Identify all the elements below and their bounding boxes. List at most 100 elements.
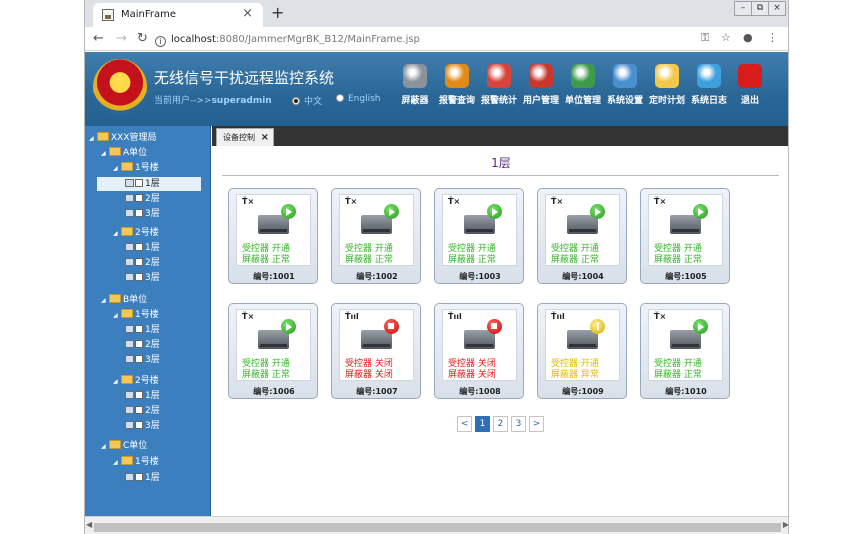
tree-floor[interactable]: 1层 [125, 241, 160, 255]
toolbar-button-alarm-stats[interactable]: 报警统计 [477, 64, 521, 106]
status-icon[interactable] [281, 204, 296, 219]
back-icon[interactable]: ← [93, 31, 104, 46]
floor-checkbox[interactable] [135, 209, 143, 217]
floor-checkbox[interactable] [135, 325, 143, 333]
toolbar-button-unit[interactable]: 单位管理 [561, 64, 605, 106]
device-card[interactable]: Ť× 受控器 开通 屏蔽器 正常 编号:1001 [228, 188, 318, 284]
tree-floor[interactable]: 2层 [125, 192, 160, 206]
device-card[interactable]: Ť× 受控器 开通 屏蔽器 正常 编号:1002 [331, 188, 421, 284]
status-icon[interactable] [384, 204, 399, 219]
next-page-button[interactable]: > [529, 416, 544, 432]
status-icon[interactable] [487, 204, 502, 219]
tree-folder[interactable]: ◢ A单位 [101, 146, 147, 160]
prev-page-button[interactable]: < [457, 416, 472, 432]
tree-floor[interactable]: 1层 [97, 177, 201, 191]
radio-en[interactable] [336, 94, 344, 102]
tree-folder[interactable]: ◢ 2号楼 [113, 374, 159, 388]
floor-checkbox[interactable] [135, 179, 143, 187]
floor-checkbox[interactable] [135, 421, 143, 429]
scroll-left-icon[interactable]: ◀ [86, 520, 92, 529]
status-icon[interactable] [693, 204, 708, 219]
close-window-button[interactable]: × [768, 1, 786, 16]
tree-floor[interactable]: 1层 [125, 471, 160, 485]
expand-toggle-icon[interactable]: ◢ [89, 132, 97, 146]
tree-floor[interactable]: 1层 [125, 323, 160, 337]
radio-cn[interactable] [292, 97, 300, 105]
toolbar-button-log[interactable]: 系统日志 [687, 64, 731, 106]
device-card[interactable]: Ť× 受控器 开通 屏蔽器 正常 编号:1010 [640, 303, 730, 399]
floor-checkbox[interactable] [135, 391, 143, 399]
forward-icon[interactable]: → [116, 31, 127, 46]
status-icon[interactable] [693, 319, 708, 334]
reload-icon[interactable]: ↻ [137, 31, 148, 46]
tree-folder[interactable]: ◢ B单位 [101, 293, 147, 307]
key-icon[interactable]: ⚿ [701, 31, 709, 45]
new-tab-button[interactable]: + [271, 3, 284, 22]
tab-close-icon[interactable]: × [242, 6, 253, 21]
menu-icon[interactable]: ⋮ [767, 31, 778, 44]
tree-floor[interactable]: 3层 [125, 419, 160, 433]
tree-folder[interactable]: ◢ 1号楼 [113, 308, 159, 322]
scroll-thumb[interactable] [94, 523, 781, 532]
scroll-right-icon[interactable]: ▶ [783, 520, 788, 529]
toolbar-button-clock[interactable]: 定时计划 [645, 64, 689, 106]
status-icon[interactable] [281, 319, 296, 334]
star-icon[interactable]: ☆ [721, 31, 731, 44]
page-button-2[interactable]: 2 [493, 416, 508, 432]
device-card[interactable]: Ť× 受控器 开通 屏蔽器 正常 编号:1003 [434, 188, 524, 284]
tree-folder[interactable]: ◢ XXX管理局 [89, 131, 157, 145]
tree-floor[interactable]: 3层 [125, 207, 160, 221]
floor-checkbox[interactable] [135, 406, 143, 414]
tree-folder[interactable]: ◢ 1号楼 [113, 161, 159, 175]
device-card[interactable]: Ť× 受控器 开通 屏蔽器 正常 编号:1004 [537, 188, 627, 284]
floor-checkbox[interactable] [135, 273, 143, 281]
tree-folder[interactable]: ◢ 2号楼 [113, 226, 159, 240]
account-icon[interactable]: ● [743, 31, 753, 44]
toolbar-button-alarm-query[interactable]: 报警查询 [435, 64, 479, 106]
device-card[interactable]: Ť× 受控器 开通 屏蔽器 正常 编号:1005 [640, 188, 730, 284]
expand-toggle-icon[interactable]: ◢ [101, 440, 109, 454]
tree-floor[interactable]: 2层 [125, 338, 160, 352]
toolbar-button-user[interactable]: 用户管理 [519, 64, 563, 106]
lang-en-option[interactable]: English [336, 94, 381, 104]
url-field[interactable]: i localhost:8080/JammerMgrBK_B12/MainFram… [155, 30, 730, 49]
tab-device-control[interactable]: 设备控制 × [216, 128, 274, 146]
page-button-1[interactable]: 1 [475, 416, 490, 432]
tree-floor[interactable]: 3层 [125, 353, 160, 367]
floor-checkbox[interactable] [135, 355, 143, 363]
status-icon[interactable] [590, 319, 605, 334]
floor-checkbox[interactable] [135, 340, 143, 348]
device-card[interactable]: Ťııl 受控器 关闭 屏蔽器 关闭 编号:1008 [434, 303, 524, 399]
device-card[interactable]: Ťııl 受控器 开通 屏蔽器 异常 编号:1009 [537, 303, 627, 399]
floor-checkbox[interactable] [135, 258, 143, 266]
browser-tab[interactable]: MainFrame × [93, 3, 263, 27]
restore-button[interactable]: ⧉ [751, 1, 769, 16]
status-icon[interactable] [590, 204, 605, 219]
expand-toggle-icon[interactable]: ◢ [113, 456, 121, 470]
floor-checkbox[interactable] [135, 473, 143, 481]
device-card[interactable]: Ťııl 受控器 关闭 屏蔽器 关闭 编号:1007 [331, 303, 421, 399]
expand-toggle-icon[interactable]: ◢ [113, 375, 121, 389]
status-icon[interactable] [384, 319, 399, 334]
page-button-3[interactable]: 3 [511, 416, 526, 432]
tree-folder[interactable]: ◢ C单位 [101, 439, 147, 453]
tree-folder[interactable]: ◢ 1号楼 [113, 455, 159, 469]
minimize-button[interactable]: – [734, 1, 752, 16]
floor-checkbox[interactable] [135, 194, 143, 202]
expand-toggle-icon[interactable]: ◢ [101, 294, 109, 308]
status-icon[interactable] [487, 319, 502, 334]
expand-toggle-icon[interactable]: ◢ [113, 227, 121, 241]
tree-floor[interactable]: 2层 [125, 404, 160, 418]
tree-floor[interactable]: 1层 [125, 389, 160, 403]
tab-close-icon[interactable]: × [261, 129, 269, 146]
tree-floor[interactable]: 2层 [125, 256, 160, 270]
lang-cn-option[interactable]: 中文 [292, 94, 322, 107]
horizontal-scrollbar[interactable]: ◀ ▶ [85, 516, 788, 534]
floor-checkbox[interactable] [135, 243, 143, 251]
expand-toggle-icon[interactable]: ◢ [113, 309, 121, 323]
toolbar-button-settings[interactable]: 系统设置 [603, 64, 647, 106]
tree-floor[interactable]: 3层 [125, 271, 160, 285]
toolbar-button-exit[interactable]: 退出 [728, 64, 772, 106]
info-icon[interactable]: i [155, 36, 166, 47]
expand-toggle-icon[interactable]: ◢ [101, 147, 109, 161]
